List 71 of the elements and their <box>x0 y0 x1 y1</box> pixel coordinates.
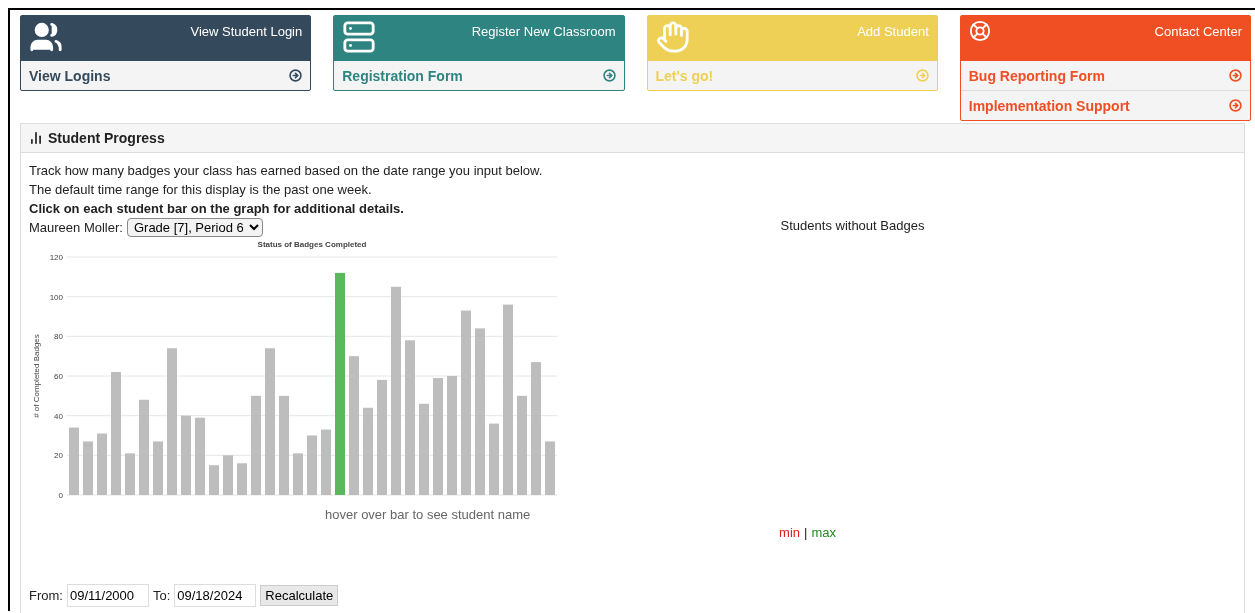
bar[interactable] <box>419 403 429 495</box>
intro-text: Track how many badges your class has earned based on the date range you input below. <box>29 162 544 180</box>
bar[interactable] <box>363 407 373 495</box>
from-label: From: <box>29 588 63 603</box>
to-label: To: <box>152 588 171 603</box>
bar[interactable] <box>391 286 401 495</box>
bar-chart-icon <box>29 131 43 145</box>
bar[interactable] <box>223 455 233 495</box>
bar[interactable] <box>293 453 303 495</box>
bar[interactable] <box>209 465 219 495</box>
card-title: Contact Center <box>1154 24 1242 39</box>
bar[interactable] <box>307 435 317 495</box>
tick-label: 40 <box>54 411 63 421</box>
panel-title: Student Progress <box>48 130 165 146</box>
tick-label: 100 <box>49 292 63 302</box>
tick-label: 20 <box>54 451 63 461</box>
bar[interactable] <box>545 441 555 495</box>
to-date-field[interactable]: 09/18/2024 <box>174 584 257 607</box>
min-label: min <box>779 525 800 540</box>
bar[interactable] <box>125 453 135 495</box>
bar[interactable] <box>433 378 443 495</box>
server-icon <box>342 20 377 54</box>
hover-hint: hover over bar to see student name <box>324 507 532 522</box>
axis-label: # of Completed Badges <box>32 334 41 418</box>
chart-title: Status of Badges Completed <box>257 240 367 249</box>
bar[interactable] <box>167 348 177 495</box>
tick-label: 120 <box>49 253 63 262</box>
intro-text: The default time range for this display is the past one week. <box>29 181 373 199</box>
instruction-text: Click on each student bar on the graph for additional details. <box>29 200 405 218</box>
bar[interactable] <box>237 463 247 495</box>
recalculate-button[interactable]: Recalculate <box>260 585 339 606</box>
bar[interactable] <box>153 441 163 495</box>
bar[interactable] <box>461 310 471 495</box>
bar[interactable] <box>139 399 149 495</box>
separator: | <box>804 525 808 540</box>
class-select[interactable]: Grade [7], Period 6 <box>126 218 263 237</box>
bar[interactable] <box>475 328 485 495</box>
lifebuoy-icon <box>968 20 991 42</box>
users-icon <box>29 20 63 54</box>
max-label: max <box>811 525 836 540</box>
tick-label: 80 <box>54 332 63 342</box>
teacher-label: Maureen Moller: <box>29 220 123 235</box>
bar[interactable] <box>405 340 415 495</box>
bar[interactable] <box>321 429 331 495</box>
bar[interactable] <box>447 376 457 495</box>
bar[interactable] <box>181 415 191 495</box>
bar[interactable] <box>335 272 345 495</box>
bar[interactable] <box>531 362 541 495</box>
card-link[interactable]: View Logins <box>21 61 311 90</box>
card-title: View Student Login <box>190 24 303 39</box>
tick-label: 60 <box>54 372 63 381</box>
bar[interactable] <box>489 423 499 495</box>
card-title: Register New Classroom <box>471 24 616 39</box>
side-title: Students without Badges <box>780 218 925 233</box>
bar[interactable] <box>517 395 527 495</box>
bar[interactable] <box>97 433 107 495</box>
hand-icon <box>655 20 690 54</box>
bar[interactable] <box>265 348 275 495</box>
bar[interactable] <box>349 356 359 495</box>
from-date-field[interactable]: 09/11/2000 <box>66 584 149 607</box>
bar[interactable] <box>69 427 79 495</box>
tick-label: 0 <box>58 491 63 500</box>
bar[interactable] <box>83 441 93 495</box>
card-link[interactable]: Registration Form <box>334 61 624 90</box>
bar[interactable] <box>111 372 121 495</box>
bar[interactable] <box>251 395 261 495</box>
bar[interactable] <box>503 304 513 495</box>
bar[interactable] <box>279 395 289 495</box>
bar[interactable] <box>377 379 387 495</box>
bar[interactable] <box>195 417 205 495</box>
card-title: Add Student <box>857 24 929 39</box>
